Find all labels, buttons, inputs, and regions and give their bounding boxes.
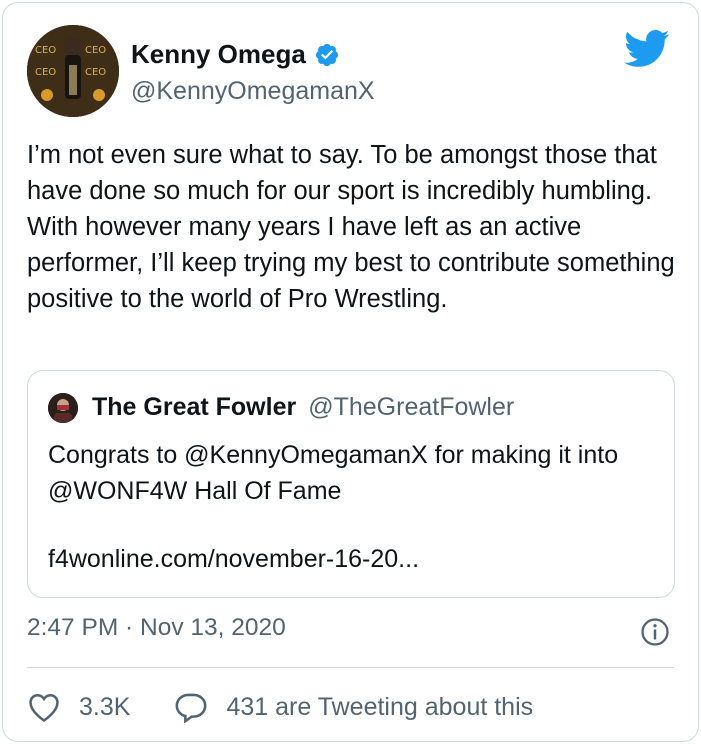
quoted-link[interactable]: f4wonline.com/november-16-20...: [48, 545, 419, 574]
reply-bubble-icon[interactable]: [174, 691, 208, 723]
quoted-author-handle[interactable]: @TheGreatFowler: [308, 393, 514, 422]
tweeting-action[interactable]: 431 are Tweeting about this: [174, 691, 533, 723]
avatar-text-2: CEO: [85, 45, 106, 56]
action-bar: 3.3K 431 are Tweeting about this: [27, 691, 533, 723]
tweet-text: I’m not even sure what to say. To be amo…: [27, 141, 675, 313]
like-count[interactable]: 3.3K: [79, 693, 130, 722]
quoted-header: The Great Fowler @TheGreatFowler: [92, 393, 514, 422]
heart-icon[interactable]: [27, 691, 61, 723]
author-name[interactable]: Kenny Omega: [131, 39, 306, 70]
divider: [27, 667, 674, 668]
author-avatar[interactable]: CEO CEO CEO CEO: [27, 25, 119, 117]
tweet-timestamp[interactable]: 2:47 PM · Nov 13, 2020: [27, 614, 286, 642]
author-handle[interactable]: @KennyOmegamanX: [131, 77, 375, 106]
avatar-text-4: CEO: [85, 67, 106, 78]
author-name-row: Kenny Omega: [131, 39, 340, 70]
avatar-text-1: CEO: [35, 45, 56, 56]
avatar-text-3: CEO: [35, 67, 56, 78]
info-icon[interactable]: [640, 617, 670, 647]
twitter-bird-icon[interactable]: [624, 29, 670, 69]
tweeting-count[interactable]: 431 are Tweeting about this: [226, 693, 533, 722]
like-action[interactable]: 3.3K: [27, 691, 174, 723]
verified-badge-icon: [315, 43, 338, 66]
tweet-card: CEO CEO CEO CEO Kenny Omega @KennyOmegam…: [2, 2, 699, 742]
quoted-author-avatar[interactable]: [48, 393, 78, 423]
quoted-text: Congrats to @KennyOmegamanX for making i…: [48, 441, 619, 505]
quoted-author-name[interactable]: The Great Fowler: [92, 393, 296, 422]
quoted-tweet[interactable]: The Great Fowler @TheGreatFowler Congrat…: [27, 370, 675, 598]
